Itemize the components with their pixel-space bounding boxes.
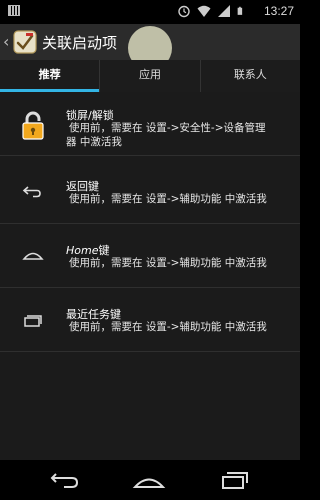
status-icons (177, 4, 246, 18)
action-bar: ‹ 关联启动项 (0, 24, 300, 70)
back-icon[interactable] (48, 468, 82, 492)
item-description: 使用前，需要在 设置->辅助功能 中激活我 (69, 321, 267, 333)
wifi-icon (197, 5, 211, 17)
home-icon[interactable] (132, 468, 166, 492)
status-bar: 13:27 (0, 0, 300, 24)
tab-recommended[interactable]: 推荐 (0, 60, 101, 92)
item-description: 使用前，需要在 设置->辅助功能 中激活我 (69, 257, 267, 269)
status-time: 13:27 (263, 4, 294, 18)
list-item-lock-unlock[interactable]: 锁屏/解锁 使用前，需要在 设置->安全性->设备管理 器 中激活我 (0, 92, 300, 156)
app-icon[interactable] (12, 29, 38, 55)
item-description: 使用前，需要在 设置->安全性->设备管理 器 中激活我 (66, 122, 266, 148)
list-item-back-key[interactable]: 返回键 使用前，需要在 设置->辅助功能 中激活我 (0, 160, 300, 224)
list-item-recent-tasks-key[interactable]: 最近任务键 使用前，需要在 设置->辅助功能 中激活我 (0, 288, 300, 352)
list-item-home-key[interactable]: Home键 使用前，需要在 设置->辅助功能 中激活我 (0, 224, 300, 288)
startup-item-list: 锁屏/解锁 使用前，需要在 设置->安全性->设备管理 器 中激活我 返回键 使… (0, 92, 300, 460)
back-arrow-icon (22, 186, 41, 198)
tab-apps[interactable]: 应用 (100, 60, 201, 92)
signal-icon (218, 5, 230, 17)
battery-icon (237, 6, 243, 15)
recent-apps-icon (24, 315, 42, 327)
recent-apps-icon[interactable] (218, 468, 252, 492)
back-chevron-icon[interactable]: ‹ (3, 32, 9, 52)
item-description: 使用前，需要在 设置->辅助功能 中激活我 (69, 193, 267, 205)
padlock-icon (22, 111, 44, 140)
tab-bar: 推荐 应用 联系人 (0, 60, 300, 92)
page-title: 关联启动项 (42, 34, 118, 52)
home-icon (22, 252, 44, 260)
notification-icon (8, 5, 20, 16)
alarm-icon (178, 5, 190, 18)
tab-contacts[interactable]: 联系人 (201, 60, 300, 92)
navigation-bar (0, 460, 300, 500)
